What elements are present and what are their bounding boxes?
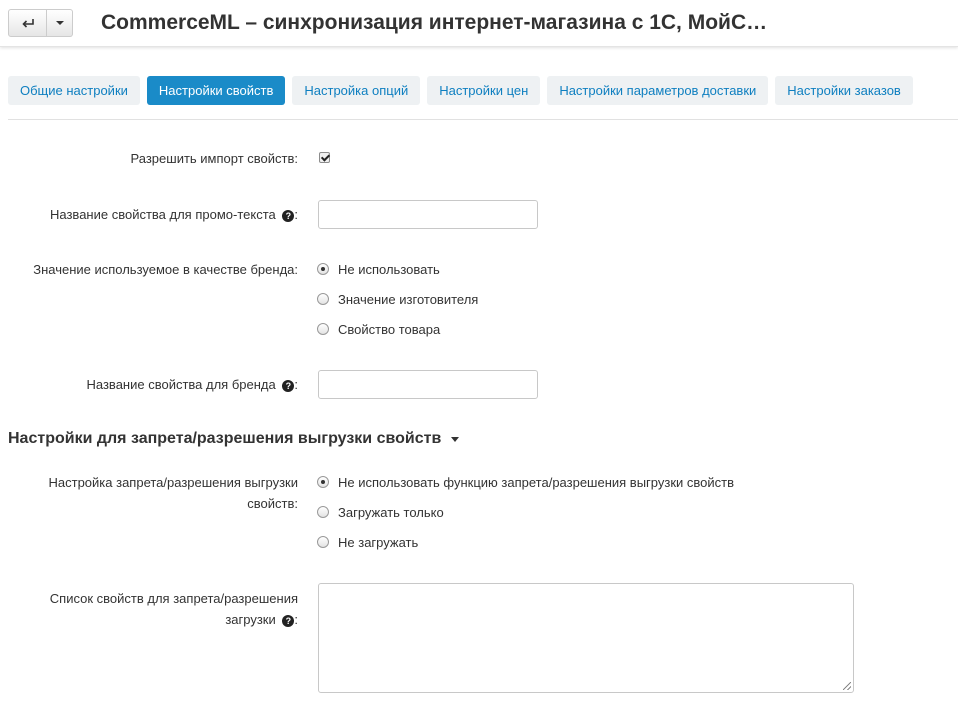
restriction-option-only-radio[interactable] (317, 506, 329, 518)
restriction-mode-label-line2: свойств: (247, 496, 298, 511)
question-circle-icon[interactable]: ? (282, 380, 295, 392)
chevron-down-icon (55, 21, 64, 25)
property-list-label-line2: загрузки (225, 612, 276, 627)
property-list-label-colon: : (294, 612, 298, 627)
brand-option-product-property[interactable]: Свойство товара (317, 320, 440, 338)
brand-option-none-radio[interactable] (317, 263, 329, 275)
brand-property-input[interactable] (318, 370, 538, 399)
brand-option-product-property-label: Свойство товара (338, 321, 441, 337)
restriction-option-only-label: Загружать только (338, 504, 444, 520)
property-list-label: Список свойств для запрета/разрешения за… (50, 588, 298, 630)
restriction-option-exclude-radio[interactable] (317, 536, 329, 548)
brand-option-manufacturer-label: Значение изготовителя (338, 291, 479, 307)
restriction-section-toggle[interactable]: Настройки для запрета/разрешения выгрузк… (8, 430, 460, 448)
brand-option-none-label: Не использовать (338, 261, 440, 277)
restriction-mode-label: Настройка запрета/разрешения выгрузки св… (49, 472, 299, 514)
allow-import-checkbox[interactable] (319, 152, 330, 163)
tab-delivery-settings[interactable]: Настройки параметров доставки (547, 76, 769, 105)
brand-option-manufacturer-radio[interactable] (317, 293, 329, 305)
brand-value-label: Значение используемое в качестве бренда: (33, 262, 298, 277)
promo-property-input[interactable] (318, 200, 538, 229)
restriction-option-exclude[interactable]: Не загружать (317, 533, 418, 551)
restriction-option-none-label: Не использовать функцию запрета/разрешен… (338, 474, 735, 490)
back-button[interactable] (8, 9, 47, 37)
tab-order-settings[interactable]: Настройки заказов (775, 76, 913, 105)
promo-property-label-colon: : (294, 207, 298, 222)
property-list-textarea[interactable] (318, 583, 854, 693)
restriction-option-none-radio[interactable] (317, 476, 329, 488)
top-bar: CommerceML – синхронизация интернет-мага… (0, 0, 958, 47)
promo-property-label-text: Название свойства для промо-текста (50, 207, 276, 222)
tab-option-settings[interactable]: Настройка опций (292, 76, 421, 105)
restriction-option-none[interactable]: Не использовать функцию запрета/разрешен… (317, 473, 734, 491)
page-title: CommerceML – синхронизация интернет-мага… (101, 11, 768, 34)
back-menu-toggle[interactable] (47, 9, 73, 37)
question-circle-icon[interactable]: ? (282, 615, 295, 627)
brand-option-none[interactable]: Не использовать (317, 260, 440, 278)
property-list-label-line2-wrap: загрузки ?: (50, 609, 298, 630)
brand-option-manufacturer[interactable]: Значение изготовителя (317, 290, 478, 308)
chevron-down-icon (451, 436, 460, 442)
restriction-mode-label-line1: Настройка запрета/разрешения выгрузки (48, 475, 299, 490)
arrow-return-icon (21, 19, 34, 28)
property-list-label-line1: Список свойств для запрета/разрешения (49, 591, 298, 606)
brand-property-label-text: Название свойства для бренда (86, 377, 276, 392)
resize-grip-icon[interactable] (843, 682, 851, 690)
restriction-section-heading: Настройки для запрета/разрешения выгрузк… (8, 430, 442, 447)
tab-price-settings[interactable]: Настройки цен (427, 76, 541, 105)
settings-tabs: Общие настройки Настройки свойств Настро… (8, 76, 920, 105)
restriction-option-exclude-label: Не загружать (338, 534, 419, 550)
back-button-group (8, 9, 73, 37)
restriction-option-only[interactable]: Загружать только (317, 503, 444, 521)
tab-general-settings[interactable]: Общие настройки (8, 76, 140, 105)
brand-option-product-property-radio[interactable] (317, 323, 329, 335)
brand-property-label: Название свойства для бренда ?: (86, 374, 298, 395)
allow-import-label: Разрешить импорт свойств: (130, 151, 298, 166)
brand-property-label-colon: : (294, 377, 298, 392)
tabs-divider (8, 119, 958, 120)
promo-property-label: Название свойства для промо-текста ?: (50, 204, 298, 225)
question-circle-icon[interactable]: ? (282, 210, 295, 222)
tab-property-settings[interactable]: Настройки свойств (146, 76, 286, 105)
